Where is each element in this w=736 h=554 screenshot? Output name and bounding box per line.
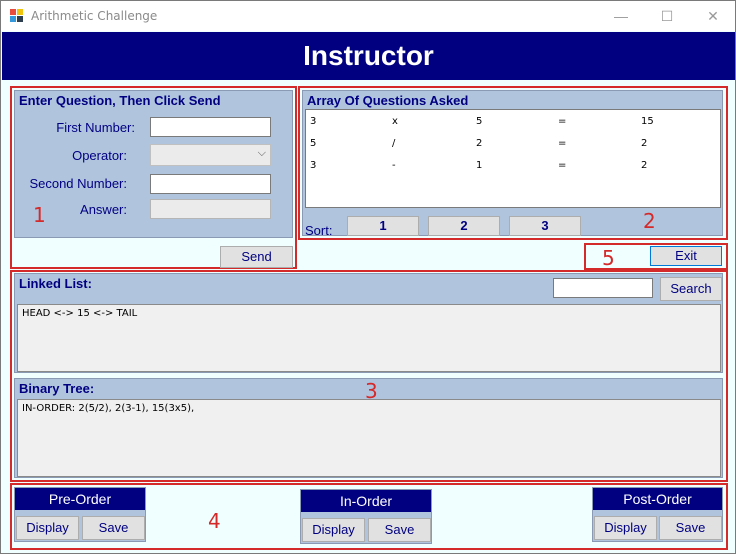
in-order-group: In-Order Display Save (300, 489, 432, 544)
list-item[interactable]: 5 / 2 = 2 (306, 132, 720, 154)
list-cell: 5 (476, 116, 483, 127)
in-order-title: In-Order (301, 490, 431, 512)
questions-list[interactable]: 3 x 5 = 15 5 / 2 = 2 3 - 1 = 2 (305, 109, 721, 208)
list-cell: = (558, 160, 567, 171)
pre-order-save-button[interactable]: Save (82, 516, 145, 540)
annotation-5: 5 (602, 246, 615, 270)
list-cell: x (392, 116, 398, 127)
first-number-label: First Number: (56, 120, 135, 135)
page-title: Instructor (2, 32, 735, 80)
pre-order-title: Pre-Order (15, 488, 145, 510)
sort-button-3[interactable]: 3 (509, 216, 581, 236)
sort-label: Sort: (305, 223, 333, 238)
annotation-3: 3 (365, 379, 378, 403)
post-order-save-button[interactable]: Save (659, 516, 722, 540)
annotation-2: 2 (643, 209, 656, 233)
post-order-group: Post-Order Display Save (592, 487, 723, 542)
list-cell: 15 (641, 116, 654, 127)
app-window: Arithmetic Challenge — ☐ ✕ Instructor En… (0, 0, 736, 554)
sort-button-2[interactable]: 2 (428, 216, 500, 236)
list-item[interactable]: 3 x 5 = 15 (306, 110, 720, 132)
second-number-input[interactable] (150, 174, 271, 194)
list-cell: = (558, 138, 567, 149)
send-button[interactable]: Send (220, 246, 293, 268)
linked-list-title: Linked List: (19, 276, 92, 291)
second-number-label: Second Number: (29, 176, 127, 191)
post-order-display-button[interactable]: Display (594, 516, 657, 540)
operator-select[interactable]: ⌵ (150, 144, 271, 166)
minimize-button[interactable]: — (598, 1, 644, 31)
answer-input (150, 199, 271, 219)
list-cell: = (558, 116, 567, 127)
search-input[interactable] (553, 278, 653, 298)
array-panel: Array Of Questions Asked 3 x 5 = 15 5 / … (302, 90, 723, 238)
annotation-4: 4 (208, 509, 221, 533)
binary-tree-output[interactable]: IN-ORDER: 2(5/2), 2(3-1), 15(3x5), (17, 399, 721, 477)
first-number-input[interactable] (150, 117, 271, 137)
linked-list-panel: Linked List: Search HEAD <-> 15 <-> TAIL (14, 273, 723, 373)
list-cell: 2 (641, 138, 648, 149)
question-panel: Enter Question, Then Click Send First Nu… (14, 90, 293, 238)
list-cell: 2 (641, 160, 648, 171)
answer-label: Answer: (80, 202, 127, 217)
close-button[interactable]: ✕ (690, 1, 736, 31)
exit-button[interactable]: Exit (650, 246, 722, 266)
binary-tree-title: Binary Tree: (19, 381, 95, 396)
list-cell: 1 (476, 160, 483, 171)
title-bar: Arithmetic Challenge — ☐ ✕ (1, 1, 735, 31)
list-cell: 3 (310, 116, 317, 127)
chevron-down-icon: ⌵ (257, 147, 266, 159)
pre-order-display-button[interactable]: Display (16, 516, 79, 540)
pre-order-group: Pre-Order Display Save (14, 487, 146, 542)
question-panel-title: Enter Question, Then Click Send (19, 93, 221, 108)
maximize-button[interactable]: ☐ (644, 1, 690, 31)
in-order-display-button[interactable]: Display (302, 518, 365, 542)
list-cell: 5 (310, 138, 317, 149)
list-cell: / (392, 138, 396, 149)
list-cell: 3 (310, 160, 317, 171)
sort-button-1[interactable]: 1 (347, 216, 419, 236)
operator-label: Operator: (72, 148, 127, 163)
list-cell: 2 (476, 138, 483, 149)
window-title: Arithmetic Challenge (31, 9, 158, 23)
in-order-save-button[interactable]: Save (368, 518, 431, 542)
app-icon (10, 9, 23, 22)
annotation-1: 1 (33, 203, 46, 227)
linked-list-output[interactable]: HEAD <-> 15 <-> TAIL (17, 304, 721, 372)
list-cell: - (392, 160, 396, 171)
search-button[interactable]: Search (660, 277, 722, 301)
list-item[interactable]: 3 - 1 = 2 (306, 154, 720, 176)
array-panel-title: Array Of Questions Asked (307, 93, 469, 108)
post-order-title: Post-Order (593, 488, 722, 510)
